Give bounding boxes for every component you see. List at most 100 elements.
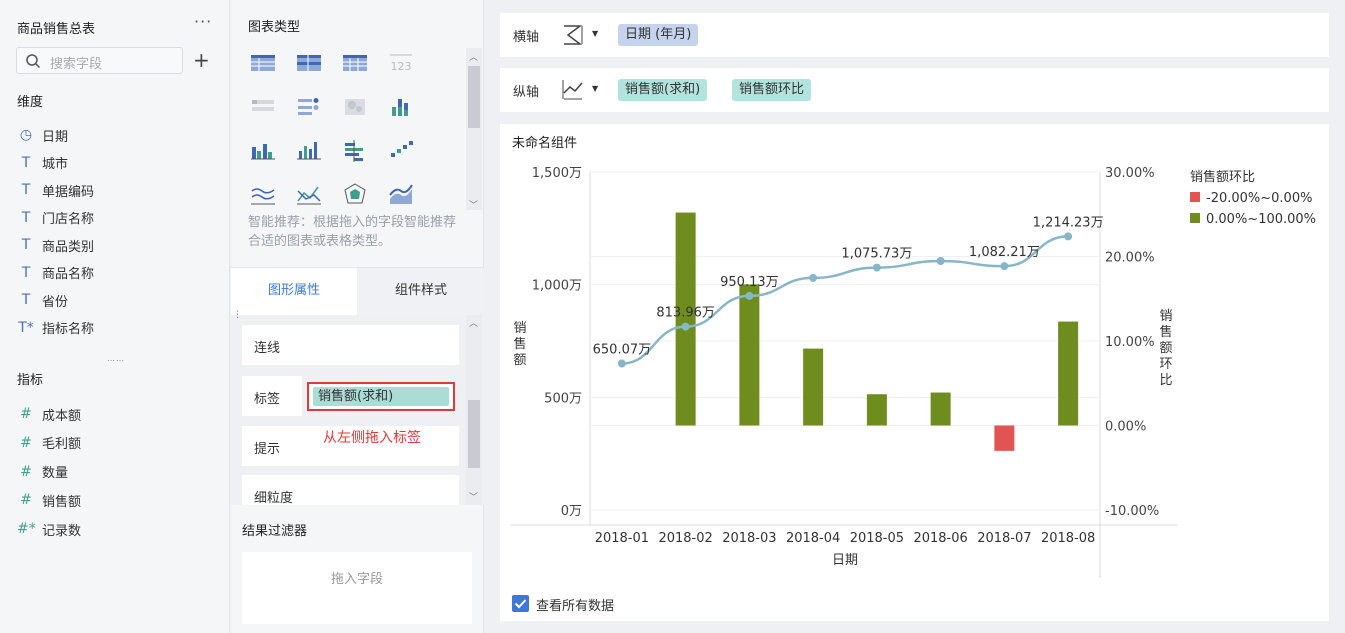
property-label-row[interactable]: 标签 [242,376,302,416]
filter-card-icon[interactable] [294,91,324,121]
tab-component-style[interactable]: 组件样式 [358,268,484,316]
y-axis-shelf[interactable]: 纵轴 ▼ 销售额(求和) 销售额环比 [500,68,1329,112]
grouped-bar-icon[interactable] [248,135,278,165]
y2-tick-label: 30.00% [1105,166,1155,181]
dimension-field[interactable]: ◷ 日期 [17,125,68,145]
bar-chart-icon[interactable] [294,135,324,165]
text-type-icon: T [21,292,31,308]
scroll-down-icon[interactable]: ﹀ [469,198,478,211]
property-scrollbar[interactable] [466,315,482,505]
y-axis-field-pill[interactable]: 销售额(求和) [618,79,708,101]
property-label: 连线 [254,341,281,356]
line-point [809,273,818,282]
x-axis-shelf[interactable]: 横轴 ▼ 日期 (年月) [500,13,1329,57]
scroll-up-icon[interactable]: ︿ [469,50,478,63]
checkmark-icon [514,599,527,609]
data-label: 650.07万 [593,343,652,358]
legend-swatch [1190,213,1200,223]
view-all-checkbox[interactable] [512,595,529,612]
property-connect-line[interactable]: 连线 [242,325,459,365]
line-chart-icon[interactable] [560,77,588,103]
dimension-field[interactable]: T 门店名称 [17,208,94,228]
measure-field[interactable]: # 成本额 [17,404,81,424]
field-label: 商品名称 [42,267,95,282]
field-label: 城市 [42,157,69,172]
scroll-down-icon[interactable]: ﹀ [469,490,478,503]
tab-graphic-properties[interactable]: 图形属性 [231,268,357,316]
text-card-icon[interactable] [248,91,278,121]
measure-field[interactable]: # 销售额 [17,490,81,510]
legend-swatch [1190,192,1200,202]
property-granularity[interactable]: 细粒度 [242,475,459,505]
line-point [1000,262,1009,271]
line-chart-icon[interactable] [294,179,324,209]
field-label: 数量 [42,466,69,482]
kpi-number-icon[interactable]: 123 [386,47,416,77]
more-options-button[interactable]: ··· [194,12,212,31]
line-point [872,263,881,272]
group-table-icon[interactable] [294,47,324,77]
x-axis-field-pill[interactable]: 日期 (年月) [618,24,699,46]
x-tick-label: 2018-01 [595,531,649,546]
chart-canvas: 未命名组件 0万 500万 1,000万 1,500万 -10.00% 0.00% 10.0… [500,124,1329,621]
search-field-input[interactable]: 搜索字段 [16,47,183,74]
field-label: 日期 [42,129,69,145]
bar [866,394,887,426]
dimension-field[interactable]: T 单据编码 [17,180,94,200]
hash-icon: # [20,463,32,480]
measure-field[interactable]: # 毛利额 [17,433,81,453]
heatmap-icon[interactable] [340,91,370,121]
x-tick-label: 2018-05 [850,531,904,546]
property-tabs: 图形属性 组件样式 [231,267,484,316]
property-list: 连线 标签 销售额(求和) 提示 从左侧拖入标签 细粒度 [231,315,484,505]
scroll-up-icon[interactable]: ︿ [469,316,478,329]
axis-type-icon[interactable] [560,22,588,48]
y2-axis-title: 销售额环比 [1159,309,1172,388]
waterfall-icon[interactable] [386,135,416,165]
data-label: 1,075.73万 [841,247,912,262]
text-type-icon: T [21,154,31,171]
field-label: 省份 [42,294,69,310]
search-placeholder: 搜索字段 [50,57,103,72]
hash-icon: # [20,492,32,509]
measure-field[interactable]: # 数量 [17,462,68,482]
label-drop-zone[interactable]: 销售额(求和) [307,382,455,411]
y-tick-label: 1,000万 [532,279,582,294]
y-tick-label: 0万 [561,504,582,519]
result-filter-title: 结果过滤器 [242,524,308,539]
table-icon[interactable] [248,47,278,77]
y-axis-field-pill[interactable]: 销售额环比 [732,79,812,101]
add-field-button[interactable]: + [193,48,210,72]
result-filter-drop-zone[interactable]: 拖入字段 [242,552,472,624]
field-label: 销售额 [42,494,82,510]
y-axis-title: 销售额 [513,321,526,368]
line-point [681,322,690,331]
dataset-title: 商品销售总表 [17,22,96,37]
area-chart-icon[interactable] [386,179,416,209]
radar-chart-icon[interactable] [340,179,370,209]
horizontal-bar-icon[interactable] [340,135,370,165]
line-point [617,359,626,368]
dimension-field[interactable]: T 商品名称 [17,263,94,283]
clock-icon: ◷ [19,127,33,143]
stacked-bar-icon[interactable] [386,91,416,121]
chart-type-scrollbar[interactable] [466,48,482,210]
dimension-field[interactable]: T 省份 [17,290,68,310]
multi-line-icon[interactable] [248,179,278,209]
smart-recommend-hint: 智能推荐：根据拖入的字段智能推荐合适的图表或表格类型。 [248,215,457,249]
label-field-pill[interactable]: 销售额(求和) [313,387,449,406]
chevron-down-icon[interactable]: ▼ [592,29,598,38]
line-point [1064,232,1073,241]
property-label: 标签 [254,392,281,407]
hash-calc-icon: #* [17,521,36,538]
measures-heading: 指标 [17,373,44,388]
y2-tick-label: 10.00% [1105,335,1155,350]
dimension-field[interactable]: T 商品类别 [17,235,94,255]
dimension-field[interactable]: T* 指标名称 [17,318,94,338]
drag-handle[interactable]: ⋯⋯ [107,356,125,365]
chevron-down-icon[interactable]: ▼ [592,84,598,93]
detail-table-icon[interactable] [340,47,370,77]
dimension-field[interactable]: T 城市 [17,153,68,173]
measure-field[interactable]: #* 记录数 [17,519,81,539]
drag-handle-icon[interactable]: ⋮ [233,310,242,320]
